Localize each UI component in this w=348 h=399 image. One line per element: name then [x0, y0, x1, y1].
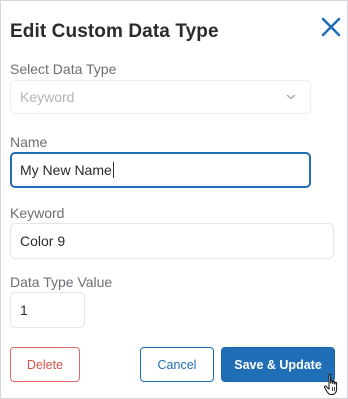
delete-button[interactable]: Delete: [10, 347, 80, 382]
select-data-type-value: Keyword: [20, 89, 75, 105]
select-data-type-dropdown[interactable]: Keyword: [10, 80, 311, 114]
save-update-button[interactable]: Save & Update: [221, 347, 335, 382]
text-cursor: [112, 162, 114, 178]
name-label: Name: [10, 134, 48, 150]
chevron-down-icon: [286, 94, 296, 100]
keyword-label: Keyword: [10, 205, 65, 221]
keyword-input-value: Color 9: [20, 233, 66, 249]
data-type-value-label: Data Type Value: [10, 274, 113, 290]
name-input-value: My New Name: [20, 162, 112, 178]
close-icon[interactable]: [319, 15, 343, 39]
data-type-value-input[interactable]: 1: [10, 292, 85, 328]
name-input[interactable]: My New Name: [10, 152, 311, 188]
data-type-value-input-value: 1: [20, 302, 28, 318]
edit-custom-data-type-dialog: Edit Custom Data Type Select Data Type K…: [0, 0, 348, 399]
dialog-title: Edit Custom Data Type: [10, 21, 219, 42]
keyword-input[interactable]: Color 9: [10, 223, 334, 259]
cancel-button[interactable]: Cancel: [140, 347, 214, 382]
select-data-type-label: Select Data Type: [10, 61, 117, 77]
